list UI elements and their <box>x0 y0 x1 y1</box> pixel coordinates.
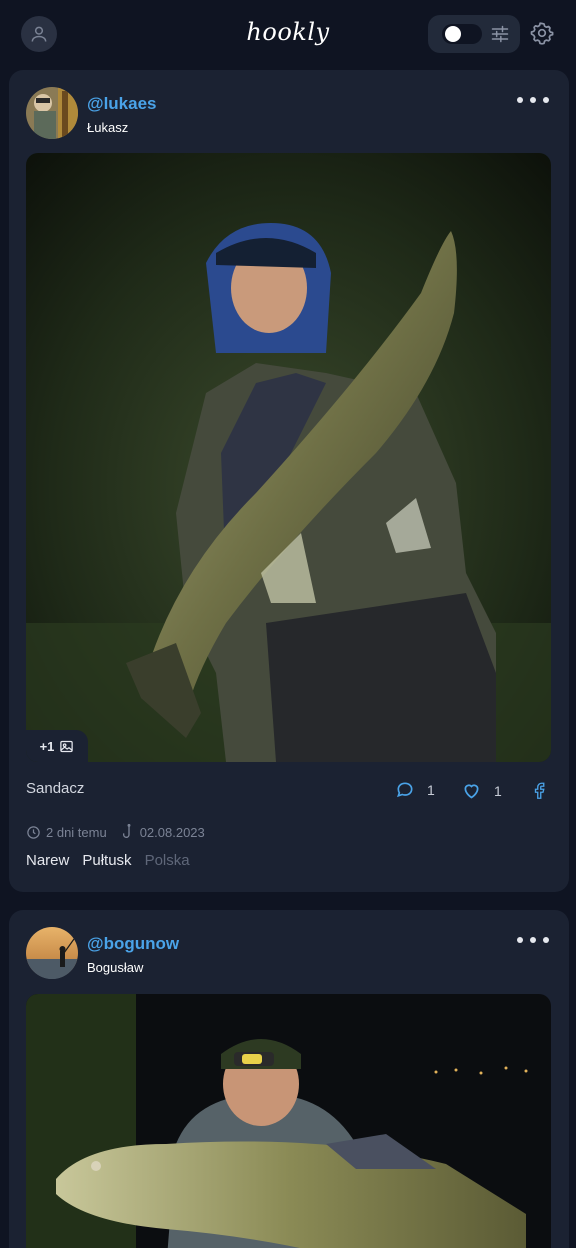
post-username[interactable]: @lukaes <box>87 94 157 114</box>
more-options-icon[interactable] <box>517 94 549 106</box>
location-river[interactable]: Narew <box>26 852 69 869</box>
top-bar: hookly <box>0 0 576 70</box>
sliders-icon[interactable] <box>490 24 510 44</box>
facebook-icon[interactable] <box>531 779 549 801</box>
more-options-icon[interactable] <box>517 934 549 946</box>
like-count: 1 <box>494 782 502 799</box>
like-button[interactable]: 1 <box>461 780 502 801</box>
post-display-name: Łukasz <box>87 120 129 135</box>
post-card: @bogunow Bogusław <box>9 910 569 1248</box>
post-photo[interactable]: +1 <box>26 153 551 762</box>
avatar[interactable] <box>26 87 78 139</box>
clock-icon <box>27 825 40 839</box>
post-username[interactable]: @bogunow <box>87 934 179 954</box>
post-meta: 2 dni temu 02.08.2023 <box>26 824 205 840</box>
location: Narew Pułtusk Polska <box>26 852 190 869</box>
heart-icon <box>464 784 479 799</box>
view-controls <box>428 15 520 53</box>
location-city[interactable]: Pułtusk <box>82 852 131 869</box>
toggle-knob <box>445 26 461 42</box>
post-card: @lukaes Łukasz +1 Sandacz 1 1 2 dni temu… <box>9 70 569 892</box>
photo-count: +1 <box>39 738 55 754</box>
image-icon <box>60 740 74 752</box>
fishhook-icon <box>122 824 131 838</box>
comments-button[interactable]: 1 <box>395 780 435 800</box>
avatar[interactable] <box>26 927 78 979</box>
post-display-name: Bogusław <box>87 960 144 975</box>
post-photo[interactable] <box>26 994 551 1248</box>
theme-toggle[interactable] <box>442 24 482 44</box>
species-label[interactable]: Sandacz <box>26 780 84 797</box>
comment-icon <box>397 782 413 798</box>
location-country[interactable]: Polska <box>145 852 190 869</box>
catch-date: 02.08.2023 <box>122 824 205 840</box>
gear-icon[interactable] <box>530 21 554 45</box>
photo-count-badge[interactable]: +1 <box>26 730 88 762</box>
time-ago: 2 dni temu <box>26 825 107 840</box>
comment-count: 1 <box>427 782 435 798</box>
